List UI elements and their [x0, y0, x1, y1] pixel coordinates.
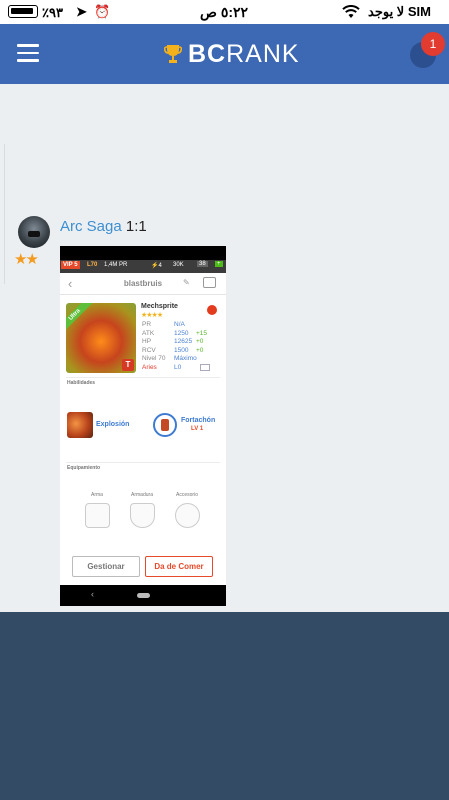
post-title: Arc Saga 1:1 — [60, 218, 147, 235]
explosion-skill-icon — [67, 412, 93, 438]
avatar[interactable] — [18, 216, 50, 248]
edit-icon: ✎ — [183, 278, 190, 287]
skill2-level: LV 1 — [191, 426, 204, 432]
power-rating: 1,4M PR — [104, 262, 128, 268]
equipment-label: Equipamiento — [67, 465, 101, 471]
hero-portrait: Ultra T — [66, 303, 136, 373]
divider — [66, 462, 220, 463]
fire-element-icon — [207, 305, 217, 315]
nav-home-icon — [137, 593, 150, 598]
status-bar: ٪٩٣ ➤ ⏰ ٥:٢٢ ص لا يوجد SIM — [0, 0, 449, 24]
stat-row: Nivel 70 Máximo — [142, 355, 197, 362]
game-top-bar: VIP 5 L70 1,4M PR ⚡4 30K 38 + — [60, 260, 226, 273]
hamburger-menu-icon[interactable] — [17, 44, 39, 62]
energy-count: ⚡4 — [151, 263, 162, 269]
notification-badge[interactable]: 1 — [421, 32, 445, 56]
hero-nav-row: ‹ blastbruis ✎ — [60, 273, 226, 295]
carrier-label: لا يوجد SIM — [368, 4, 431, 19]
camera-icon — [203, 277, 216, 288]
brand-logo[interactable]: BCRANK — [164, 40, 300, 68]
skills-label: Habilidades — [67, 380, 96, 386]
post-username-link[interactable]: Arc Saga — [60, 218, 122, 235]
battery-icon — [8, 5, 38, 18]
gestionar-button: Gestionar — [72, 556, 140, 577]
lock-icon — [200, 364, 210, 371]
wifi-icon — [342, 5, 360, 18]
post-ratio: 1:1 — [125, 218, 147, 235]
add-gems-icon: + — [215, 261, 223, 267]
nav-back-icon: ‹ — [91, 589, 94, 599]
armor-slot — [130, 503, 155, 528]
player-level: L70 — [87, 262, 98, 268]
stat-row: RCV 1500 +0 — [142, 346, 204, 354]
vip-badge: VIP 5 — [61, 261, 80, 269]
battery-percent: ٪٩٣ — [42, 5, 63, 20]
user-rating-stars: ★★ — [14, 251, 39, 268]
eq-armadura-label: Armadura — [131, 492, 153, 498]
hero-stats: PR N/A ATK 1250 +15 HP 12625 +0 RCV 1500 +0 Niv… — [142, 321, 222, 372]
hero-class: Mechsprite — [141, 303, 178, 310]
brand-light: RANK — [226, 39, 300, 68]
feed-button: Da de Comer — [145, 556, 213, 577]
hero-stars: ★★★★ — [141, 312, 163, 319]
ultra-ribbon: Ultra — [66, 303, 93, 333]
eq-accesorio-label: Accesorio — [176, 492, 198, 498]
fortachon-skill-icon — [153, 413, 177, 437]
t-badge-icon: T — [122, 359, 134, 371]
status-time: ٥:٢٢ ص — [200, 4, 249, 20]
android-nav-bar: ‹ — [60, 585, 226, 606]
accessory-slot — [175, 503, 200, 528]
gold-count: 30K — [173, 262, 184, 268]
trophy-icon — [164, 45, 182, 63]
hero-panel: ‹ blastbruis ✎ Ultra T Mechsprite ★★★★ P… — [60, 273, 226, 585]
alarm-icon: ⏰ — [94, 4, 111, 19]
stat-row: Aries L0 — [142, 363, 182, 371]
content-edge-divider — [4, 144, 5, 284]
eq-arma-label: Arma — [91, 492, 103, 498]
weapon-slot — [85, 503, 110, 528]
stat-row: HP 12625 +0 — [142, 338, 204, 345]
brand-bold: BC — [188, 39, 227, 68]
app-header: BCRANK 1 — [0, 24, 449, 84]
stat-row: ATK 1250 +15 — [142, 329, 208, 337]
gem-count: 38 — [197, 261, 208, 267]
divider — [66, 377, 220, 378]
embedded-screenshot[interactable]: VIP 5 L70 1,4M PR ⚡4 30K 38 + ‹ blastbru… — [60, 246, 226, 606]
hero-name: blastbruis — [123, 279, 163, 288]
skill2-name: Fortachón — [181, 417, 216, 424]
skill1-name: Explosión — [96, 421, 130, 428]
stat-row: PR N/A — [142, 321, 185, 328]
location-icon: ➤ — [76, 4, 87, 19]
